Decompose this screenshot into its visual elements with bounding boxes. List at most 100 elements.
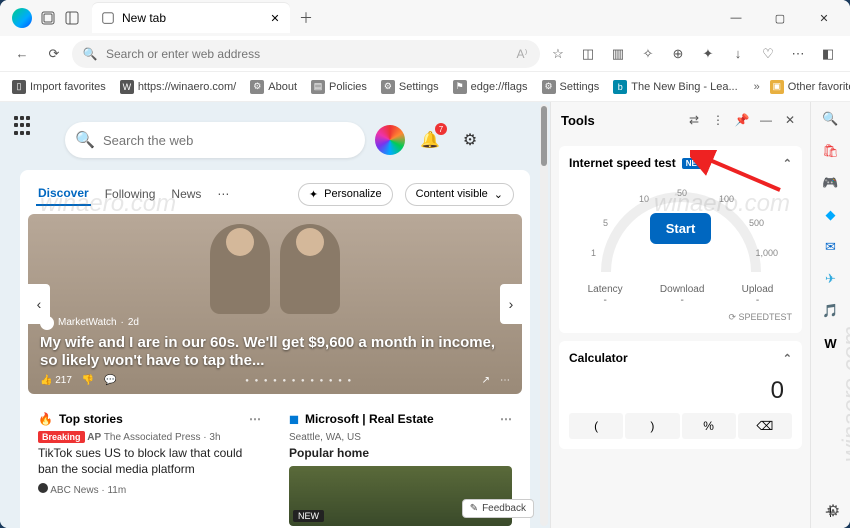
- rail-search-icon[interactable]: 🔍: [820, 108, 842, 130]
- content-visible-dropdown[interactable]: Content visible⌄: [405, 183, 514, 206]
- app-launcher-icon[interactable]: [14, 116, 34, 136]
- start-speed-test-button[interactable]: Start: [650, 213, 712, 244]
- sidebar-title: Tools: [561, 113, 680, 128]
- favorite-icon[interactable]: ☆: [544, 40, 572, 68]
- comment-icon[interactable]: 💬: [104, 375, 116, 386]
- bookmark-item[interactable]: ▤Policies: [307, 78, 371, 96]
- maximize-button[interactable]: ▢: [758, 0, 802, 36]
- bookmark-item[interactable]: Whttps://winaero.com/: [116, 78, 240, 96]
- scrollbar[interactable]: [540, 104, 548, 526]
- more-icon[interactable]: ⋯: [784, 40, 812, 68]
- bookmark-item[interactable]: ⚙Settings: [377, 78, 443, 96]
- other-favorites[interactable]: ▣Other favorites: [766, 78, 850, 96]
- rail-send-icon[interactable]: ✈: [820, 268, 842, 290]
- save-icon[interactable]: ⋯: [500, 375, 510, 386]
- microsoft-icon: ◼: [289, 412, 299, 426]
- calc-key[interactable]: ): [625, 413, 679, 439]
- minimize-sidebar-icon[interactable]: ―: [756, 110, 776, 130]
- new-tag: NEW: [293, 510, 324, 522]
- calc-key-backspace[interactable]: ⌫: [738, 413, 792, 439]
- address-bar: ← ⟳ 🔍 A⁾ ☆ ◫ ▥ ✧ ⊕ ✦ ↓ ♡ ⋯ ◧: [0, 36, 850, 72]
- feedback-icon: ✎: [470, 503, 478, 514]
- refresh-button[interactable]: ⟳: [40, 40, 68, 68]
- extensions-icon[interactable]: ✦: [694, 40, 722, 68]
- split-screen-icon[interactable]: ◫: [574, 40, 602, 68]
- close-tab-icon[interactable]: ✕: [268, 11, 282, 25]
- more-icon[interactable]: ⋯: [500, 412, 512, 426]
- bookmark-item[interactable]: ⚙Settings: [538, 78, 604, 96]
- hero-time: 2d: [128, 317, 139, 328]
- web-search-bar[interactable]: 🔍: [65, 122, 365, 158]
- notification-badge: 7: [435, 123, 447, 135]
- bookmark-item[interactable]: bThe New Bing - Lea...: [609, 78, 741, 96]
- realestate-sub: Popular home: [289, 446, 512, 462]
- calc-key[interactable]: (: [569, 413, 623, 439]
- site-favicon: W: [120, 80, 134, 94]
- feedback-button[interactable]: ✎Feedback: [462, 499, 534, 518]
- breaking-badge: Breaking: [38, 431, 85, 443]
- menu-icon[interactable]: ⋮: [708, 110, 728, 130]
- share-icon[interactable]: ↗: [482, 375, 490, 386]
- filter-icon[interactable]: ⇄: [684, 110, 704, 130]
- favorites-list-icon[interactable]: ✧: [634, 40, 662, 68]
- downloads-icon[interactable]: ↓: [724, 40, 752, 68]
- rail-edge-tools-icon[interactable]: ◆: [820, 204, 842, 226]
- tab-following[interactable]: Following: [103, 183, 158, 205]
- back-button[interactable]: ←: [8, 40, 36, 68]
- copilot-icon[interactable]: [375, 125, 405, 155]
- story-headline[interactable]: TikTok sues US to block law that could b…: [38, 446, 261, 477]
- collections-icon[interactable]: ▥: [604, 40, 632, 68]
- more-icon[interactable]: ⋯: [249, 412, 261, 426]
- pin-icon[interactable]: 📌: [732, 110, 752, 130]
- speed-stats: Latency- Download- Upload-: [569, 284, 792, 306]
- tab-news[interactable]: News: [169, 183, 203, 205]
- more-tabs-icon[interactable]: ⋯: [215, 183, 231, 205]
- address-input[interactable]: [106, 47, 506, 61]
- workspaces-icon[interactable]: [40, 10, 56, 26]
- close-window-button[interactable]: ✕: [802, 0, 846, 36]
- rail-music-icon[interactable]: 🎵: [820, 300, 842, 322]
- close-sidebar-icon[interactable]: ✕: [780, 110, 800, 130]
- minimize-button[interactable]: ―: [714, 0, 758, 36]
- page-settings-icon[interactable]: ⚙: [455, 125, 485, 155]
- main-content: 🔍 🔔7 ⚙ Discover Following News ⋯ ✦Person…: [0, 102, 550, 528]
- rail-winaero-icon[interactable]: W: [820, 332, 842, 354]
- chevron-up-icon[interactable]: ⌃: [783, 352, 792, 365]
- rail-shopping-icon[interactable]: 🛍: [820, 140, 842, 162]
- read-aloud-icon[interactable]: A⁾: [514, 46, 530, 62]
- titlebar: New tab ✕ ＋ ― ▢ ✕: [0, 0, 850, 36]
- copilot-toolbar-icon[interactable]: ◧: [814, 40, 842, 68]
- speed-test-title: Internet speed test: [569, 156, 676, 170]
- bookmark-overflow-icon[interactable]: »: [754, 81, 760, 93]
- rail-outlook-icon[interactable]: ✉: [820, 236, 842, 258]
- gear-icon: ⚙: [381, 80, 395, 94]
- bookmark-item[interactable]: ⚑edge://flags: [449, 78, 532, 96]
- hero-story[interactable]: ‹ › MarketWatch · 2d My wife and I are i…: [28, 214, 522, 394]
- bookmarks-bar: ▯Import favorites Whttps://winaero.com/ …: [0, 72, 850, 102]
- gear-icon: ⚙: [250, 80, 264, 94]
- flag-icon: ⚑: [453, 80, 467, 94]
- bookmark-item[interactable]: ⚙About: [246, 78, 301, 96]
- tab-discover[interactable]: Discover: [36, 182, 91, 206]
- calc-key[interactable]: %: [682, 413, 736, 439]
- personalize-button[interactable]: ✦Personalize: [298, 183, 393, 206]
- history-icon[interactable]: ⊕: [664, 40, 692, 68]
- address-box[interactable]: 🔍 A⁾: [72, 40, 540, 68]
- web-search-input[interactable]: [103, 133, 353, 148]
- speed-gauge: 1 5 10 50 100 500 1,000 Start: [569, 178, 792, 278]
- notifications-icon[interactable]: 🔔7: [415, 125, 445, 155]
- chevron-up-icon[interactable]: ⌃: [783, 157, 792, 170]
- dislike-button[interactable]: 👎: [82, 375, 94, 386]
- vertical-tabs-icon[interactable]: [64, 10, 80, 26]
- calculator-tool: Calculator⌃ 0 ( ) % ⌫: [559, 341, 802, 449]
- new-tab-button[interactable]: ＋: [294, 6, 318, 30]
- source-avatar: [40, 316, 54, 330]
- browser-essentials-icon[interactable]: ♡: [754, 40, 782, 68]
- bookmark-item[interactable]: ▯Import favorites: [8, 78, 110, 96]
- settings-gear-icon[interactable]: ⚙: [822, 500, 844, 522]
- browser-tab[interactable]: New tab ✕: [92, 3, 290, 33]
- calc-display: 0: [569, 373, 792, 409]
- rail-games-icon[interactable]: 🎮: [820, 172, 842, 194]
- like-button[interactable]: 👍 217: [40, 375, 72, 386]
- edge-logo-icon: [12, 8, 32, 28]
